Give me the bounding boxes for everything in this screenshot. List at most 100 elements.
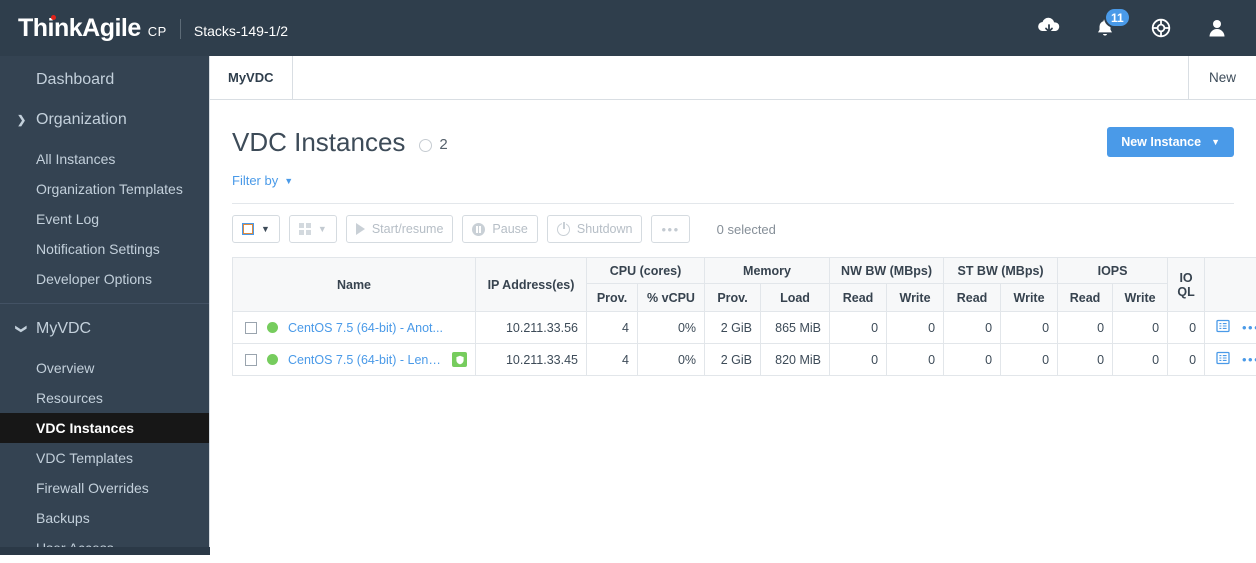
col-io-ql[interactable]: IO QL (1167, 257, 1206, 312)
sidebar-item-all-instances[interactable]: All Instances (0, 144, 209, 174)
select-all-dropdown-button[interactable]: ▼ (232, 215, 280, 243)
row-actions: ••• (1213, 319, 1256, 336)
col-group-nw-bw: NW BW (MBps) (829, 257, 945, 284)
sidebar-item-firewall-overrides[interactable]: Firewall Overrides (0, 473, 209, 503)
sidebar-item-label: Notification Settings (36, 241, 160, 257)
sidebar-item-label: Organization (36, 111, 127, 128)
cell-iops-write: 0 (1112, 311, 1169, 344)
sidebar-item-label: VDC Templates (36, 450, 134, 466)
cell-io-ql: 0 (1167, 343, 1206, 376)
view-mode-dropdown-button[interactable]: ▼ (288, 215, 337, 243)
col-group-cpu: CPU (cores) (585, 257, 706, 284)
sidebar-item-developer-options[interactable]: Developer Options (0, 264, 209, 294)
checkbox-icon (242, 223, 254, 235)
start-resume-button[interactable]: Start/resume (345, 215, 454, 243)
sidebar-item-vdc-instances[interactable]: VDC Instances (0, 413, 209, 443)
sidebar-item-label: MyVDC (36, 320, 92, 337)
stack-name: Stacks-149-1/2 (193, 22, 289, 39)
col-iops-write[interactable]: Write (1112, 283, 1169, 312)
instance-name-link[interactable]: CentOS 7.5 (64-bit) - Anot... (288, 321, 443, 335)
col-nw-write[interactable]: Write (886, 283, 945, 312)
cell-nw-read: 0 (829, 343, 888, 376)
page-header: VDC Instances 2 New Instance ▼ (210, 100, 1256, 160)
more-actions-button[interactable]: ••• (651, 215, 690, 243)
page-title: VDC Instances (232, 126, 406, 157)
console-icon[interactable] (1216, 351, 1230, 368)
sidebar-item-overview[interactable]: Overview (0, 353, 209, 383)
col-iops-read[interactable]: Read (1057, 283, 1114, 312)
col-name[interactable]: Name (232, 257, 476, 312)
cell-actions: ••• (1204, 311, 1256, 344)
new-instance-button[interactable]: New Instance ▼ (1107, 127, 1234, 157)
start-resume-label: Start/resume (371, 222, 444, 236)
col-mem-prov[interactable]: Prov. (704, 283, 762, 312)
table-row[interactable]: CentOS 7.5 (64-bit) - Lenov... 10.211.33… (232, 343, 1256, 376)
lifebuoy-icon[interactable] (1148, 15, 1174, 41)
status-indicator-icon (267, 322, 278, 333)
table-row[interactable]: CentOS 7.5 (64-bit) - Anot... 10.211.33.… (232, 311, 1256, 344)
sidebar-item-label: Dashboard (36, 71, 115, 88)
sidebar-item-organization[interactable]: ❯ Organization (0, 104, 209, 136)
cloud-download-icon[interactable] (1036, 15, 1062, 41)
filter-by-label: Filter by (232, 173, 279, 188)
col-st-write[interactable]: Write (1000, 283, 1059, 312)
col-cpu-pct[interactable]: % vCPU (636, 283, 706, 312)
cell-cpu-pct: 0% (636, 311, 706, 344)
console-icon[interactable] (1216, 319, 1230, 336)
col-ip-address[interactable]: IP Address(es) (475, 257, 587, 312)
logo-red-dot (51, 14, 56, 20)
action-toolbar: ▼ ▼ Start/resume Pause Shutdown ••• 0 se… (232, 203, 1234, 243)
sidebar-item-vdc-templates[interactable]: VDC Templates (0, 443, 209, 473)
row-menu-icon[interactable]: ••• (1242, 321, 1256, 334)
tab-myvdc[interactable]: MyVDC (210, 56, 293, 99)
power-icon (556, 221, 570, 236)
pause-icon (472, 222, 486, 236)
row-checkbox[interactable] (245, 353, 257, 366)
sidebar-item-label: Resources (36, 390, 103, 406)
filter-by-dropdown[interactable]: Filter by ▼ (232, 173, 293, 188)
cell-nw-write: 0 (886, 343, 945, 376)
cell-io-ql: 0 (1167, 311, 1206, 344)
cell-name: CentOS 7.5 (64-bit) - Lenov... (232, 343, 476, 376)
col-actions (1204, 257, 1256, 312)
brand-area[interactable]: ThinkAgile CP Stacks-149-1/2 (0, 14, 288, 43)
cell-nw-write: 0 (886, 311, 945, 344)
shutdown-button[interactable]: Shutdown (546, 215, 643, 243)
sidebar-item-backups[interactable]: Backups (0, 503, 209, 533)
col-nw-read[interactable]: Read (829, 283, 888, 312)
pause-button[interactable]: Pause (462, 215, 538, 243)
instance-name-link[interactable]: CentOS 7.5 (64-bit) - Lenov... (288, 353, 442, 367)
chevron-down-icon: ❯ (15, 324, 28, 334)
sidebar-item-myvdc[interactable]: ❯ MyVDC (0, 313, 209, 345)
top-header-actions: 11 (1036, 7, 1256, 41)
toolbar-wrapper: ▼ ▼ Start/resume Pause Shutdown ••• 0 se… (210, 203, 1256, 243)
col-st-read[interactable]: Read (943, 283, 1002, 312)
sidebar-navigation: Dashboard ❯ Organization All Instances O… (0, 56, 210, 556)
user-avatar-icon[interactable] (1204, 15, 1230, 41)
main-content-area: MyVDC New VDC Instances 2 New Instance ▼… (210, 56, 1256, 555)
row-menu-icon[interactable]: ••• (1242, 353, 1256, 366)
logo-text: ThinkAgile (18, 13, 141, 42)
col-cpu-prov[interactable]: Prov. (586, 283, 638, 312)
bell-icon[interactable]: 11 (1092, 7, 1131, 41)
row-checkbox[interactable] (245, 321, 257, 334)
sidebar-item-organization-templates[interactable]: Organization Templates (0, 174, 209, 204)
play-icon (355, 223, 365, 235)
status-indicator-icon (267, 354, 278, 365)
selected-count-label: 0 selected (716, 221, 776, 237)
sidebar-item-label: Backups (36, 510, 90, 526)
cell-st-write: 0 (1000, 311, 1059, 344)
sidebar-item-notification-settings[interactable]: Notification Settings (0, 234, 209, 264)
cell-iops-read: 0 (1057, 343, 1114, 376)
grid-icon (298, 223, 311, 235)
sidebar-item-label: Developer Options (36, 271, 152, 287)
tab-new[interactable]: New (1187, 56, 1256, 99)
sidebar-item-event-log[interactable]: Event Log (0, 204, 209, 234)
sidebar-item-dashboard[interactable]: Dashboard (0, 64, 209, 96)
col-mem-load[interactable]: Load (760, 283, 831, 312)
pause-label: Pause (492, 222, 528, 236)
cell-cpu-pct: 0% (636, 343, 706, 376)
sidebar-item-resources[interactable]: Resources (0, 383, 209, 413)
cell-ip: 10.211.33.56 (475, 311, 587, 344)
cell-mem-load: 820 MiB (760, 343, 831, 376)
